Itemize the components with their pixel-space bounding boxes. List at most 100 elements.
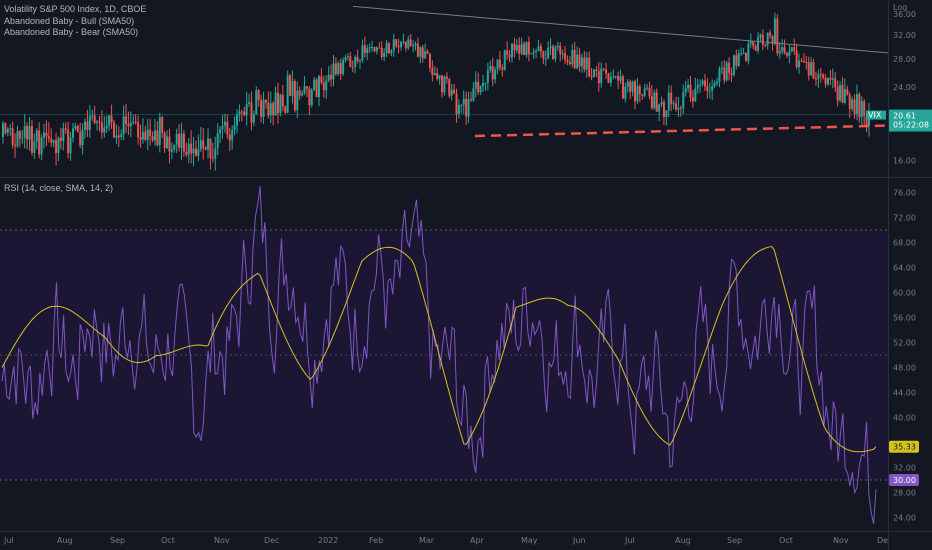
candle bbox=[708, 82, 711, 99]
candle-body bbox=[146, 129, 149, 140]
candle-body bbox=[826, 77, 829, 85]
candle bbox=[853, 94, 856, 119]
candle bbox=[64, 122, 67, 135]
candle-body bbox=[100, 122, 103, 133]
candle-body bbox=[421, 47, 424, 59]
candle bbox=[409, 34, 412, 47]
candle-body bbox=[2, 123, 4, 138]
candle bbox=[18, 130, 21, 148]
candle bbox=[281, 84, 284, 112]
candle bbox=[759, 33, 762, 43]
candle-body bbox=[216, 133, 219, 149]
candle bbox=[450, 83, 453, 101]
candle bbox=[252, 110, 255, 127]
candle bbox=[248, 93, 251, 108]
last-price-value: 20.61 bbox=[893, 112, 916, 121]
candle bbox=[231, 125, 234, 150]
candle bbox=[163, 131, 166, 153]
candle-body bbox=[725, 62, 728, 81]
rsi-indicator-label[interactable]: RSI (14, close, SMA, 14, 2) bbox=[4, 183, 113, 194]
candle-body bbox=[28, 126, 31, 140]
candle bbox=[448, 77, 451, 99]
candle bbox=[457, 99, 460, 119]
candle bbox=[279, 93, 282, 117]
candle-body bbox=[373, 46, 376, 52]
candle-body bbox=[332, 63, 335, 80]
xaxis-label-6: 2022 bbox=[318, 536, 338, 545]
candle-body bbox=[264, 99, 267, 103]
candle-body bbox=[226, 121, 229, 135]
candle bbox=[773, 12, 776, 46]
candle-body bbox=[831, 78, 834, 80]
rsi-ytick-6: 52.00 bbox=[893, 339, 916, 348]
candle bbox=[805, 56, 808, 70]
candle-body bbox=[667, 92, 670, 111]
candle bbox=[33, 133, 36, 159]
candle-body bbox=[110, 115, 113, 123]
candle bbox=[332, 54, 335, 87]
candle-body bbox=[233, 125, 236, 130]
candle-body bbox=[551, 46, 554, 59]
candle-body bbox=[291, 80, 294, 96]
candle bbox=[817, 69, 820, 88]
candle-body bbox=[354, 56, 357, 68]
candle-body bbox=[235, 114, 238, 126]
candle bbox=[860, 96, 863, 127]
candle bbox=[240, 109, 243, 122]
symbol-title[interactable]: Volatility S&P 500 Index, 1D, CBOE bbox=[4, 4, 146, 15]
candle-body bbox=[834, 78, 837, 88]
candle-body bbox=[351, 66, 354, 68]
price-ytick-0: 36.00 bbox=[893, 10, 916, 19]
candle bbox=[35, 128, 38, 150]
candle-body bbox=[356, 56, 359, 62]
candle bbox=[822, 72, 825, 80]
candle bbox=[153, 118, 156, 146]
candle bbox=[781, 38, 784, 55]
candle-body bbox=[103, 128, 106, 133]
candle-body bbox=[448, 79, 451, 96]
candle-body bbox=[735, 55, 738, 66]
candle bbox=[286, 70, 289, 113]
indicator-bull-label[interactable]: Abandoned Baby - Bull (SMA50) bbox=[4, 16, 134, 27]
candle bbox=[11, 121, 14, 149]
candle bbox=[764, 43, 767, 48]
rsi-ytick-12: 24.00 bbox=[893, 514, 916, 523]
candle-body bbox=[428, 54, 431, 68]
indicator-bear-label[interactable]: Abandoned Baby - Bear (SMA50) bbox=[4, 27, 138, 38]
candle-body bbox=[496, 59, 499, 70]
candle bbox=[496, 58, 499, 75]
candle bbox=[141, 118, 144, 144]
candle-body bbox=[248, 102, 251, 104]
candle-body bbox=[783, 47, 786, 53]
candle-body bbox=[33, 141, 36, 153]
candle-body bbox=[646, 87, 649, 89]
candle-body bbox=[337, 63, 340, 75]
candle-body bbox=[457, 104, 460, 115]
candle bbox=[402, 33, 405, 45]
candle bbox=[793, 38, 796, 55]
candle-body bbox=[614, 76, 617, 78]
candle-body bbox=[542, 51, 545, 59]
candle-body bbox=[395, 39, 398, 46]
candle bbox=[609, 71, 612, 87]
candle bbox=[725, 60, 728, 82]
candle-body bbox=[817, 74, 820, 79]
candle-body bbox=[14, 145, 17, 147]
chart-svg[interactable]: 76.00 72.00 68.00 64.00 60.00 56.00 52.00 48.00… bbox=[0, 0, 932, 550]
candle bbox=[71, 123, 74, 143]
candle bbox=[103, 116, 106, 138]
candle bbox=[486, 62, 489, 91]
candle bbox=[187, 137, 190, 164]
candle-body bbox=[141, 131, 144, 140]
candle bbox=[788, 44, 791, 64]
candle bbox=[561, 49, 564, 60]
candle bbox=[660, 96, 663, 108]
candle bbox=[433, 66, 436, 76]
candle-body bbox=[518, 44, 521, 54]
candle bbox=[199, 126, 202, 153]
candle bbox=[583, 50, 586, 73]
candle-body bbox=[766, 32, 769, 46]
candle-body bbox=[284, 106, 287, 113]
candle-body bbox=[716, 81, 719, 84]
candle bbox=[814, 71, 817, 86]
